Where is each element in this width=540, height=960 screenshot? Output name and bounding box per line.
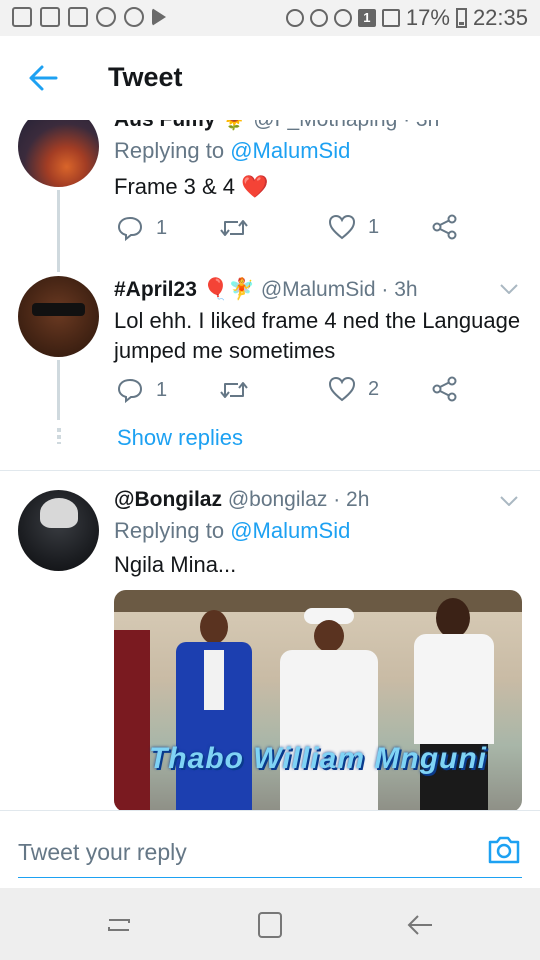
tweet[interactable]: #April23 🎈🧚 @MalumSid · 3h Lol ehh. I li… [0,270,540,470]
alarm-icon [285,9,304,27]
tweet-text: Ngila Mina... [114,552,237,577]
avatar[interactable] [18,490,99,571]
username[interactable]: @MalumSid [261,278,376,301]
reply-count: 1 [156,216,168,239]
play-store-icon [152,8,166,26]
retweet-icon [220,382,248,398]
like-icon [328,376,356,402]
gallery-icon [68,7,88,27]
retweet-icon [220,220,248,236]
tweet-header: Aus Fumy 🌻 @F_Mothaping · 3h [114,120,439,132]
person-blue [164,610,264,810]
thread-line [57,360,60,420]
reply-input[interactable]: Tweet your reply [18,839,458,866]
recents-icon[interactable] [102,910,136,940]
system-nav-bar [0,888,540,960]
share-button[interactable] [432,376,458,402]
avatar[interactable] [18,276,99,357]
retweet-button[interactable] [218,376,250,404]
system-icons: 1 17% 22:35 [285,5,528,31]
chevron-down-icon[interactable] [500,496,518,506]
reply-count: 1 [156,378,168,401]
reply-composer: Tweet your reply [0,810,540,888]
like-button[interactable]: 1 [328,214,379,240]
tweet-thread[interactable]: Aus Fumy 🌻 @F_Mothaping · 3h Replying to… [0,120,540,810]
camera-icon[interactable] [486,834,522,866]
page-title: Tweet [108,62,183,92]
sim-badge: 1 [357,9,376,27]
app-header: Tweet [0,36,540,120]
sunglasses [32,303,85,316]
like-button[interactable]: 2 [328,376,379,402]
tweet-actions: 1 1 [114,214,474,244]
replying-label: Replying to [114,138,225,163]
display-name[interactable]: @Bongilaz [114,488,222,511]
like-icon [328,214,356,240]
tweet-actions: 1 2 [114,376,474,406]
reply-icon [117,216,143,242]
replying-to: Replying to @MalumSid [114,138,350,164]
tweet-media[interactable]: Thabo William Mnguni [114,590,522,810]
tweet[interactable]: @Bongilaz @bongilaz · 2h Replying to @Ma… [0,470,540,810]
checkbox-icon [40,7,60,27]
share-icon [432,376,457,402]
timestamp: · 3h [403,120,439,131]
share-icon [432,214,457,240]
timestamp: · 2h [333,488,370,511]
reply-button[interactable]: 1 [116,376,167,404]
mention-link[interactable]: @MalumSid [230,138,350,163]
timestamp: · 3h [381,278,418,301]
tweet[interactable]: Aus Fumy 🌻 @F_Mothaping · 3h Replying to… [0,120,540,272]
display-name[interactable]: Aus Fumy [114,120,216,131]
chevron-down-icon[interactable] [500,284,518,294]
like-count: 1 [368,215,380,238]
share-button[interactable] [432,214,458,240]
call-icon [309,9,328,27]
input-underline [18,877,522,878]
person-right [406,598,502,810]
clock: 22:35 [472,5,528,30]
helmet [40,498,78,528]
status-bar: 1 17% 22:35 [0,0,540,36]
replying-label: Replying to [114,518,225,543]
tweet-header: @Bongilaz @bongilaz · 2h [114,488,369,512]
reply-icon [117,378,143,404]
chrome-icon [124,7,144,27]
display-name[interactable]: #April23 🎈🧚 [114,278,255,301]
like-count: 2 [368,377,380,400]
avatar[interactable] [18,120,99,187]
username[interactable]: @F_Mothaping [253,120,397,131]
gmail-icon [12,7,32,27]
battery-percent: 17% [405,5,450,30]
thread-dots [57,428,61,444]
replying-to: Replying to @MalumSid [114,518,350,544]
notification-icons [12,7,166,27]
show-replies-link[interactable]: Show replies [117,425,243,451]
tweet-text: Lol ehh. I liked frame 4 ned the Languag… [114,308,521,363]
reply-button[interactable]: 1 [116,214,167,242]
username[interactable]: @bongilaz [228,488,328,511]
retweet-button[interactable] [218,214,250,242]
person-white [274,608,384,810]
emoji-icon: 🌻 [221,120,247,131]
person-left [114,630,150,810]
tweet-header: #April23 🎈🧚 @MalumSid · 3h [114,278,418,302]
back-icon[interactable] [404,910,438,940]
back-arrow-icon[interactable] [26,61,60,95]
signal-icon [381,9,400,27]
battery-icon [455,8,467,28]
tweet-text: Frame 3 & 4 ❤️ [114,174,269,199]
home-icon[interactable] [253,910,287,940]
wifi-icon [333,9,352,27]
sync-icon [96,7,116,27]
media-caption: Thabo William Mnguni [148,742,488,775]
mention-link[interactable]: @MalumSid [230,518,350,543]
thread-line [57,190,60,272]
